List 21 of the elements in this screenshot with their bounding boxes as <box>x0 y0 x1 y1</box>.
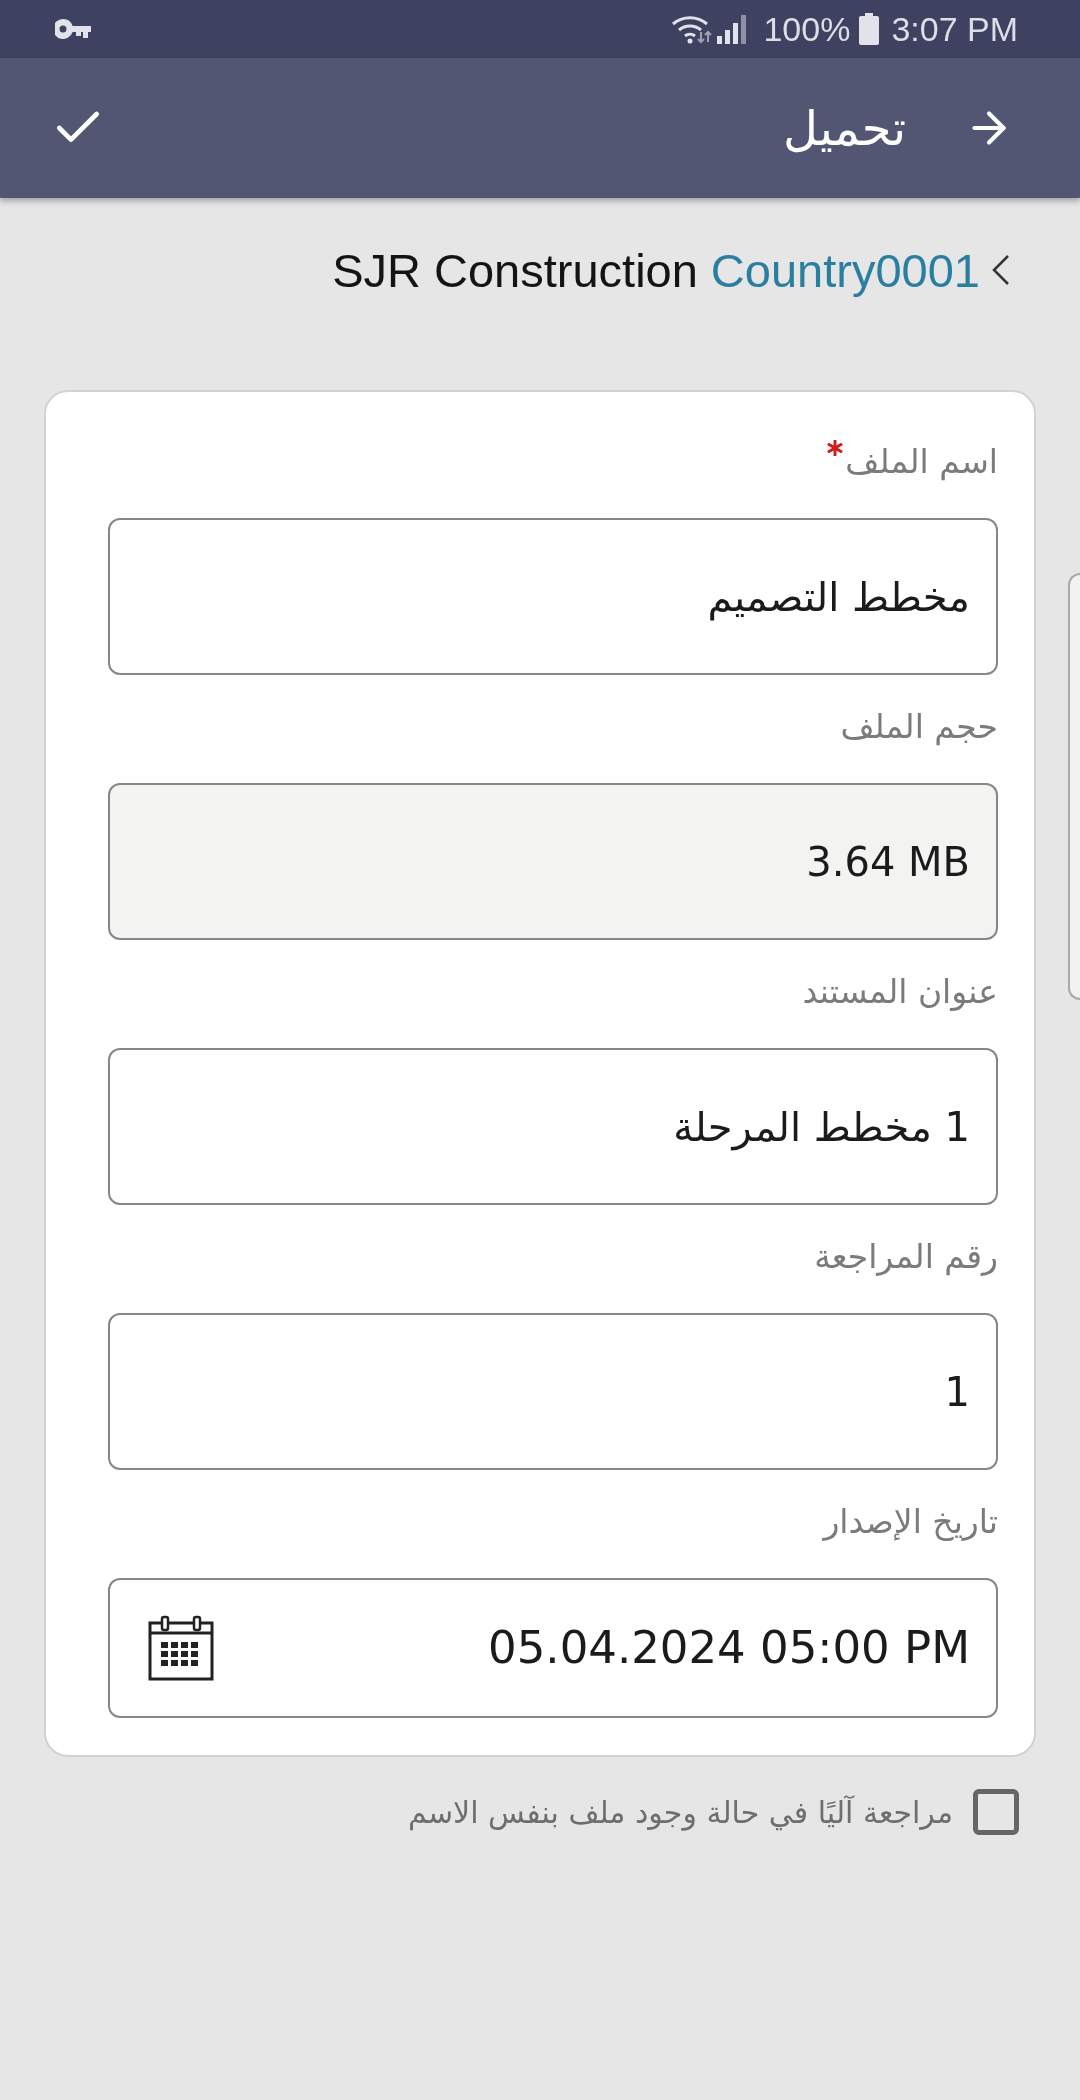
calendar-icon[interactable] <box>148 1615 214 1681</box>
wifi-icon <box>671 14 714 44</box>
text-field[interactable]: مخطط التصميم <box>108 518 998 675</box>
field-label: تاريخ الإصدار <box>823 1501 998 1543</box>
battery-icon <box>859 13 880 45</box>
page-title: تحميل <box>783 99 906 158</box>
date-field[interactable]: 05.04.2024 05:00 PM <box>108 1578 998 1718</box>
field-label: اسم الملف <box>845 441 998 483</box>
clock-time: 3:07 PM <box>891 12 1018 46</box>
key-icon <box>55 19 91 39</box>
battery-percent: 100% <box>763 12 851 46</box>
read-only-field: 3.64 MB <box>108 783 998 940</box>
field-label: رقم المراجعة <box>814 1236 998 1278</box>
text-field[interactable]: 1 مخطط المرحلة <box>108 1048 998 1205</box>
field-label: حجم الملف <box>840 706 998 748</box>
chevron-left-icon[interactable] <box>992 255 1010 285</box>
checkbox-label: مراجعة آليًا في حالة وجود ملف بنفس الاسم <box>407 1793 953 1833</box>
field-label: عنوان المستند <box>802 971 998 1013</box>
auto-revision-checkbox[interactable] <box>973 1789 1019 1835</box>
text-field[interactable]: 1 <box>108 1313 998 1470</box>
breadcrumb-current: SJR Construction <box>332 246 698 294</box>
